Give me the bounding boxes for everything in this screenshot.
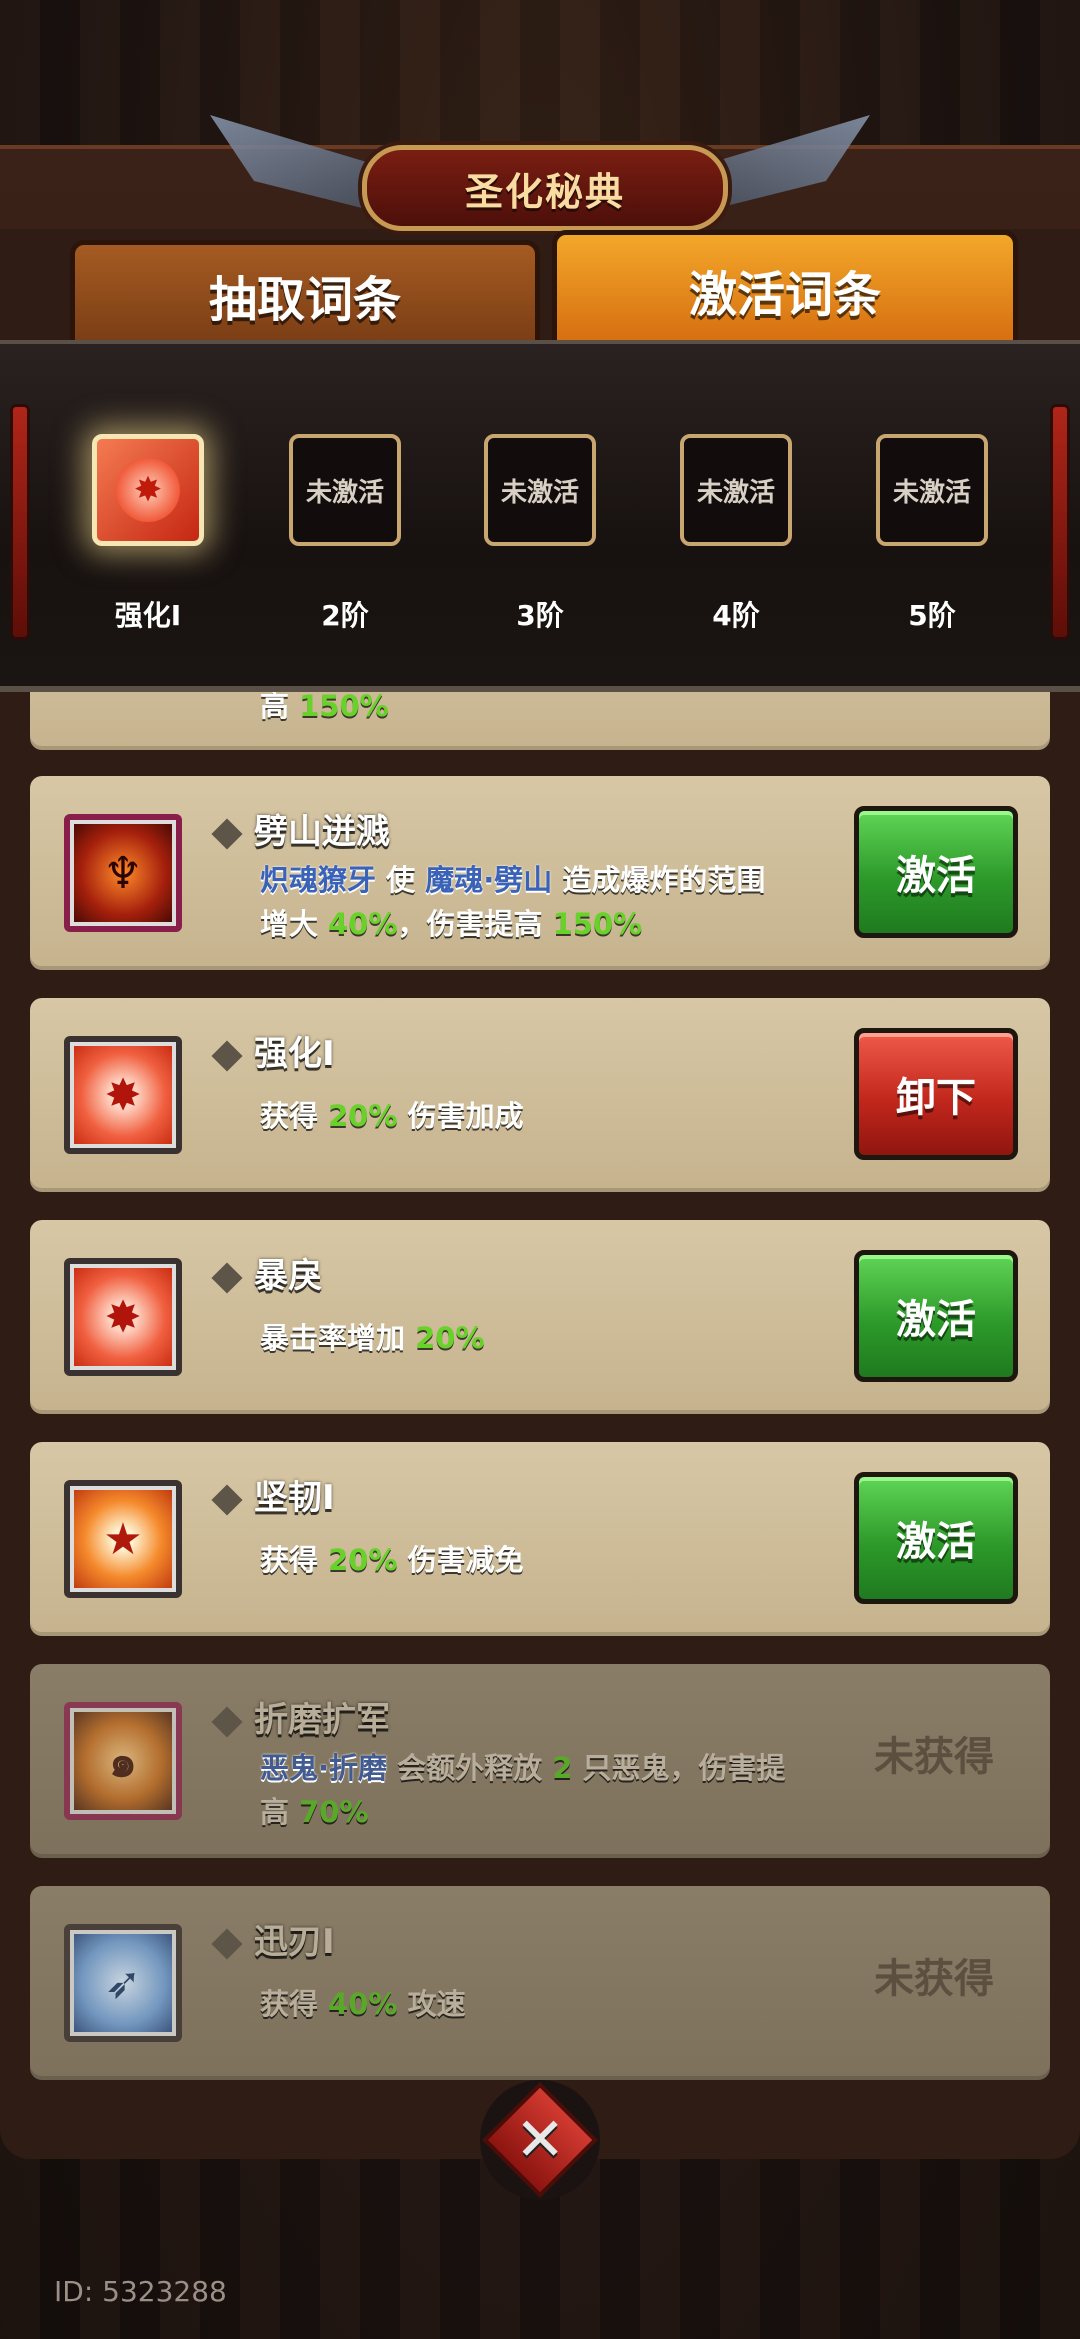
list-item: ➶ 迅刃I 获得 40% 攻速 未获得 [30, 1886, 1050, 2080]
flame-burst-icon: ✸ [74, 1046, 172, 1144]
entry-title: 暴戾 [211, 1248, 322, 1297]
entry-icon-frame: ★ [64, 1480, 182, 1598]
slot-1[interactable]: ✸ [92, 434, 204, 546]
remove-button[interactable]: 卸下 [854, 1028, 1018, 1160]
entry-icon-frame: ✸ [64, 1258, 182, 1376]
tab-label: 激活词条 [688, 267, 881, 323]
demon-horns-icon: ♆ [74, 824, 172, 922]
entry-title: 劈山迸溅 [211, 804, 390, 853]
slot-2[interactable]: 未激活 [289, 434, 401, 546]
shield-star-icon: ★ [74, 1490, 172, 1588]
activate-button[interactable]: 激活 [854, 1472, 1018, 1604]
not-owned-status: 未获得 [874, 1956, 994, 2002]
entry-description: 炽魂獠牙 使 魔魂·劈山 造成爆炸的范围增大 40%，伤害提高 150% [260, 863, 766, 941]
list-item: ๑ 折磨扩军 恶鬼·折磨 会额外释放 2 只恶鬼，伤害提高 70% 未获得 [30, 1664, 1050, 1858]
list-item: ♆ 劈山迸溅 炽魂獠牙 使 魔魂·劈山 造成爆炸的范围增大 40%，伤害提高 1… [30, 776, 1050, 970]
entry-description: 获得 20% 伤害加成 [260, 1099, 524, 1133]
tab-label: 抽取词条 [208, 272, 401, 328]
entry-description: 获得 20% 伤害减免 [260, 1543, 524, 1577]
entry-description: 获得 40% 攻速 [260, 1987, 466, 2021]
entry-title: 坚韧I [211, 1470, 335, 1519]
diamond-icon [211, 1927, 243, 1960]
entry-description: 暴击率增加 20% [260, 1321, 485, 1355]
activate-button[interactable]: 激活 [854, 806, 1018, 938]
activated-slots-banner: ✸ 强化I 未激活 2阶 未激活 3阶 未激活 4阶 未激活 5阶 [0, 340, 1080, 692]
slot-label: 3阶 [516, 599, 564, 632]
tab-draw-entries[interactable]: 抽取词条 [70, 240, 540, 350]
entry-icon-frame: ๑ [64, 1702, 182, 1820]
list-item: ★ 坚韧I 获得 20% 伤害减免 激活 [30, 1442, 1050, 1636]
flame-burst-icon: ✸ [74, 1268, 172, 1366]
slot-4[interactable]: 未激活 [680, 434, 792, 546]
entry-icon-frame: ➶ [64, 1924, 182, 2042]
entry-title: 强化I [211, 1026, 335, 1075]
close-button[interactable]: ✕ [480, 2080, 600, 2200]
not-owned-status: 未获得 [874, 1734, 994, 1780]
diamond-icon [211, 1705, 243, 1738]
slot-5[interactable]: 未激活 [876, 434, 988, 546]
entry-description: 恶鬼·折磨 会额外释放 2 只恶鬼，伤害提高 70% [260, 1751, 786, 1829]
slot-label: 5阶 [908, 599, 956, 632]
entry-title: 折磨扩军 [211, 1692, 390, 1741]
diamond-icon [211, 1039, 243, 1072]
page-title: 圣化秘典 [464, 169, 625, 214]
slot-label: 4阶 [712, 599, 760, 632]
slot-label: 2阶 [321, 599, 369, 632]
list-item: ✸ 强化I 获得 20% 伤害加成 卸下 [30, 998, 1050, 1192]
blade-speed-icon: ➶ [74, 1934, 172, 2032]
slot-3[interactable]: 未激活 [484, 434, 596, 546]
entry-icon-frame: ♆ [64, 814, 182, 932]
diamond-icon [211, 1261, 243, 1294]
title-plate: 圣化秘典 [362, 145, 728, 231]
fire-swirl-icon: ๑ [74, 1712, 172, 1810]
entry-icon-frame: ✸ [64, 1036, 182, 1154]
player-id: ID: 5323288 [54, 2275, 227, 2308]
tab-activate-entries[interactable]: 激活词条 [552, 230, 1018, 350]
close-icon: ✕ [482, 2082, 598, 2198]
flame-burst-icon: ✸ [116, 458, 180, 522]
entry-title: 迅刃I [211, 1914, 335, 1963]
activate-button[interactable]: 激活 [854, 1250, 1018, 1382]
slot-label: 强化I [114, 599, 182, 632]
diamond-icon [211, 817, 243, 850]
diamond-icon [211, 1483, 243, 1516]
list-item: ✸ 暴戾 暴击率增加 20% 激活 [30, 1220, 1050, 1414]
